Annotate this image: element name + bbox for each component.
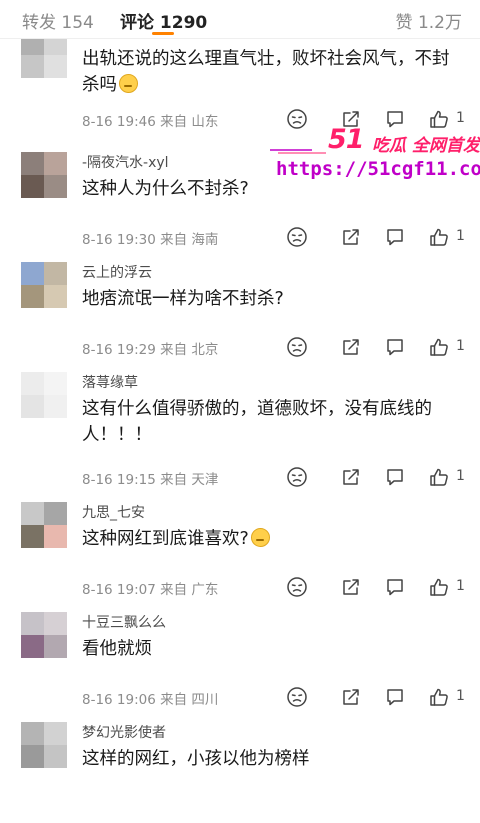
comment-text-block: 地痞流氓一样为啥不封杀? [82, 286, 466, 312]
avatar[interactable] [21, 612, 67, 658]
comment-text: 这种网红到底谁喜欢? [82, 529, 249, 549]
smirk-face-emoji [250, 528, 270, 547]
tab-likes[interactable]: 赞 1.2万 [396, 8, 462, 33]
share-icon[interactable] [340, 576, 362, 598]
comment-meta: 8-16 19:07 来自 广东 [82, 578, 218, 598]
like-icon[interactable] [428, 576, 450, 598]
like-count: 1 [456, 110, 465, 126]
dislike-icon[interactable] [286, 336, 308, 358]
reply-icon[interactable] [384, 686, 406, 708]
dislike-icon[interactable] [286, 466, 308, 488]
watermark-logo-number: 51 [328, 124, 365, 155]
comment-location: 来自 天津 [160, 472, 219, 488]
sleepy-face-emoji [119, 74, 138, 93]
comment-item: 云上的浮云地痞流氓一样为啥不封杀? 8-16 19:29 来自 北京 1 [0, 258, 480, 363]
comment-text: 这有什么值得骄傲的，道德败坏，没有底线的人！！！ [82, 399, 432, 445]
comment-text-block: 这有什么值得骄傲的，道德败坏，没有底线的人！！！ [82, 396, 466, 448]
like-icon[interactable] [428, 336, 450, 358]
comment-time: 8-16 19:29 [82, 342, 156, 358]
share-icon[interactable] [340, 466, 362, 488]
like-icon[interactable] [428, 108, 450, 130]
comment-meta: 8-16 19:46 来自 山东 [82, 110, 218, 130]
tab-reposts[interactable]: 转发 154 [22, 8, 94, 33]
dislike-icon[interactable] [286, 108, 308, 130]
comment-username[interactable]: 九思_七安 [82, 502, 145, 522]
active-tab-indicator [152, 32, 174, 35]
comment-time: 8-16 19:30 [82, 232, 156, 248]
comment-text: 地痞流氓一样为啥不封杀? [82, 289, 284, 309]
like-icon[interactable] [428, 686, 450, 708]
tab-comments[interactable]: 评论 1290 [120, 8, 207, 33]
avatar[interactable] [21, 262, 67, 308]
comment-location: 来自 广东 [160, 582, 219, 598]
watermark-decoration [270, 149, 326, 154]
like-icon[interactable] [428, 466, 450, 488]
comment-time: 8-16 19:15 [82, 472, 156, 488]
reply-icon[interactable] [384, 576, 406, 598]
share-icon[interactable] [340, 226, 362, 248]
reply-icon[interactable] [384, 466, 406, 488]
dislike-icon[interactable] [286, 576, 308, 598]
comment-item: 出轨还说的这么理直气壮，败坏社会风气，不封杀吗 8-16 19:46 来自 山东 1 [0, 32, 480, 143]
comment-text-block: 这种网红到底谁喜欢? [82, 526, 466, 552]
share-icon[interactable] [340, 686, 362, 708]
reply-icon[interactable] [384, 336, 406, 358]
share-icon[interactable] [340, 336, 362, 358]
dislike-icon[interactable] [286, 686, 308, 708]
avatar[interactable] [21, 152, 67, 198]
comment-location: 来自 海南 [160, 232, 219, 248]
comment-text-block: 这样的网红，小孩以他为榜样 [82, 746, 466, 772]
comment-tabs: 转发 154 评论 1290 赞 1.2万 [0, 0, 480, 39]
watermark-url: https://51cgf11.com [276, 158, 480, 180]
like-count: 1 [456, 688, 465, 704]
comment-meta: 8-16 19:30 来自 海南 [82, 228, 218, 248]
comment-item: 十豆三飘么么 看他就烦 8-16 19:06 来自 四川 1 [0, 608, 480, 713]
like-count: 1 [456, 338, 465, 354]
comment-text: 出轨还说的这么理直气壮，败坏社会风气，不封杀吗 [82, 49, 450, 95]
reply-icon[interactable] [384, 226, 406, 248]
comment-text-block: 出轨还说的这么理直气壮，败坏社会风气，不封杀吗 [82, 46, 466, 98]
comment-username[interactable]: 落荨缘草 [82, 372, 138, 392]
comment-time: 8-16 19:46 [82, 114, 156, 130]
comment-text: 看他就烦 [82, 639, 152, 659]
comment-meta: 8-16 19:06 来自 四川 [82, 688, 218, 708]
comment-item: 梦幻光影使者这样的网红，小孩以他为榜样 [0, 718, 480, 823]
comment-meta: 8-16 19:15 来自 天津 [82, 468, 218, 488]
comment-location: 来自 四川 [160, 692, 219, 708]
comment-item: 落荨缘草这有什么值得骄傲的，道德败坏，没有底线的人！！！ 8-16 19:15 来… [0, 368, 480, 488]
watermark-logo-text: 吃瓜 全网首发 [372, 136, 480, 156]
like-icon[interactable] [428, 226, 450, 248]
comment-location: 来自 北京 [160, 342, 219, 358]
avatar[interactable] [21, 502, 67, 548]
comment-username[interactable]: 云上的浮云 [82, 262, 152, 282]
comment-text: 这样的网红，小孩以他为榜样 [82, 749, 310, 769]
like-count: 1 [456, 578, 465, 594]
reply-icon[interactable] [384, 108, 406, 130]
comment-time: 8-16 19:07 [82, 582, 156, 598]
dislike-icon[interactable] [286, 226, 308, 248]
comment-item: 九思_七安这种网红到底谁喜欢? 8-16 19:07 来自 广东 1 [0, 498, 480, 603]
comment-username[interactable]: 梦幻光影使者 [82, 722, 166, 742]
comment-text: 这种人为什么不封杀? [82, 179, 249, 199]
comment-meta: 8-16 19:29 来自 北京 [82, 338, 218, 358]
comment-time: 8-16 19:06 [82, 692, 156, 708]
like-count: 1 [456, 228, 465, 244]
comment-username[interactable]: 十豆三飘么么 [82, 612, 166, 632]
comment-username[interactable]: -隔夜汽水-xyl [82, 152, 169, 172]
comment-text-block: 看他就烦 [82, 636, 466, 662]
avatar[interactable] [21, 372, 67, 418]
avatar[interactable] [21, 722, 67, 768]
like-count: 1 [456, 468, 465, 484]
comment-location: 来自 山东 [160, 114, 219, 130]
